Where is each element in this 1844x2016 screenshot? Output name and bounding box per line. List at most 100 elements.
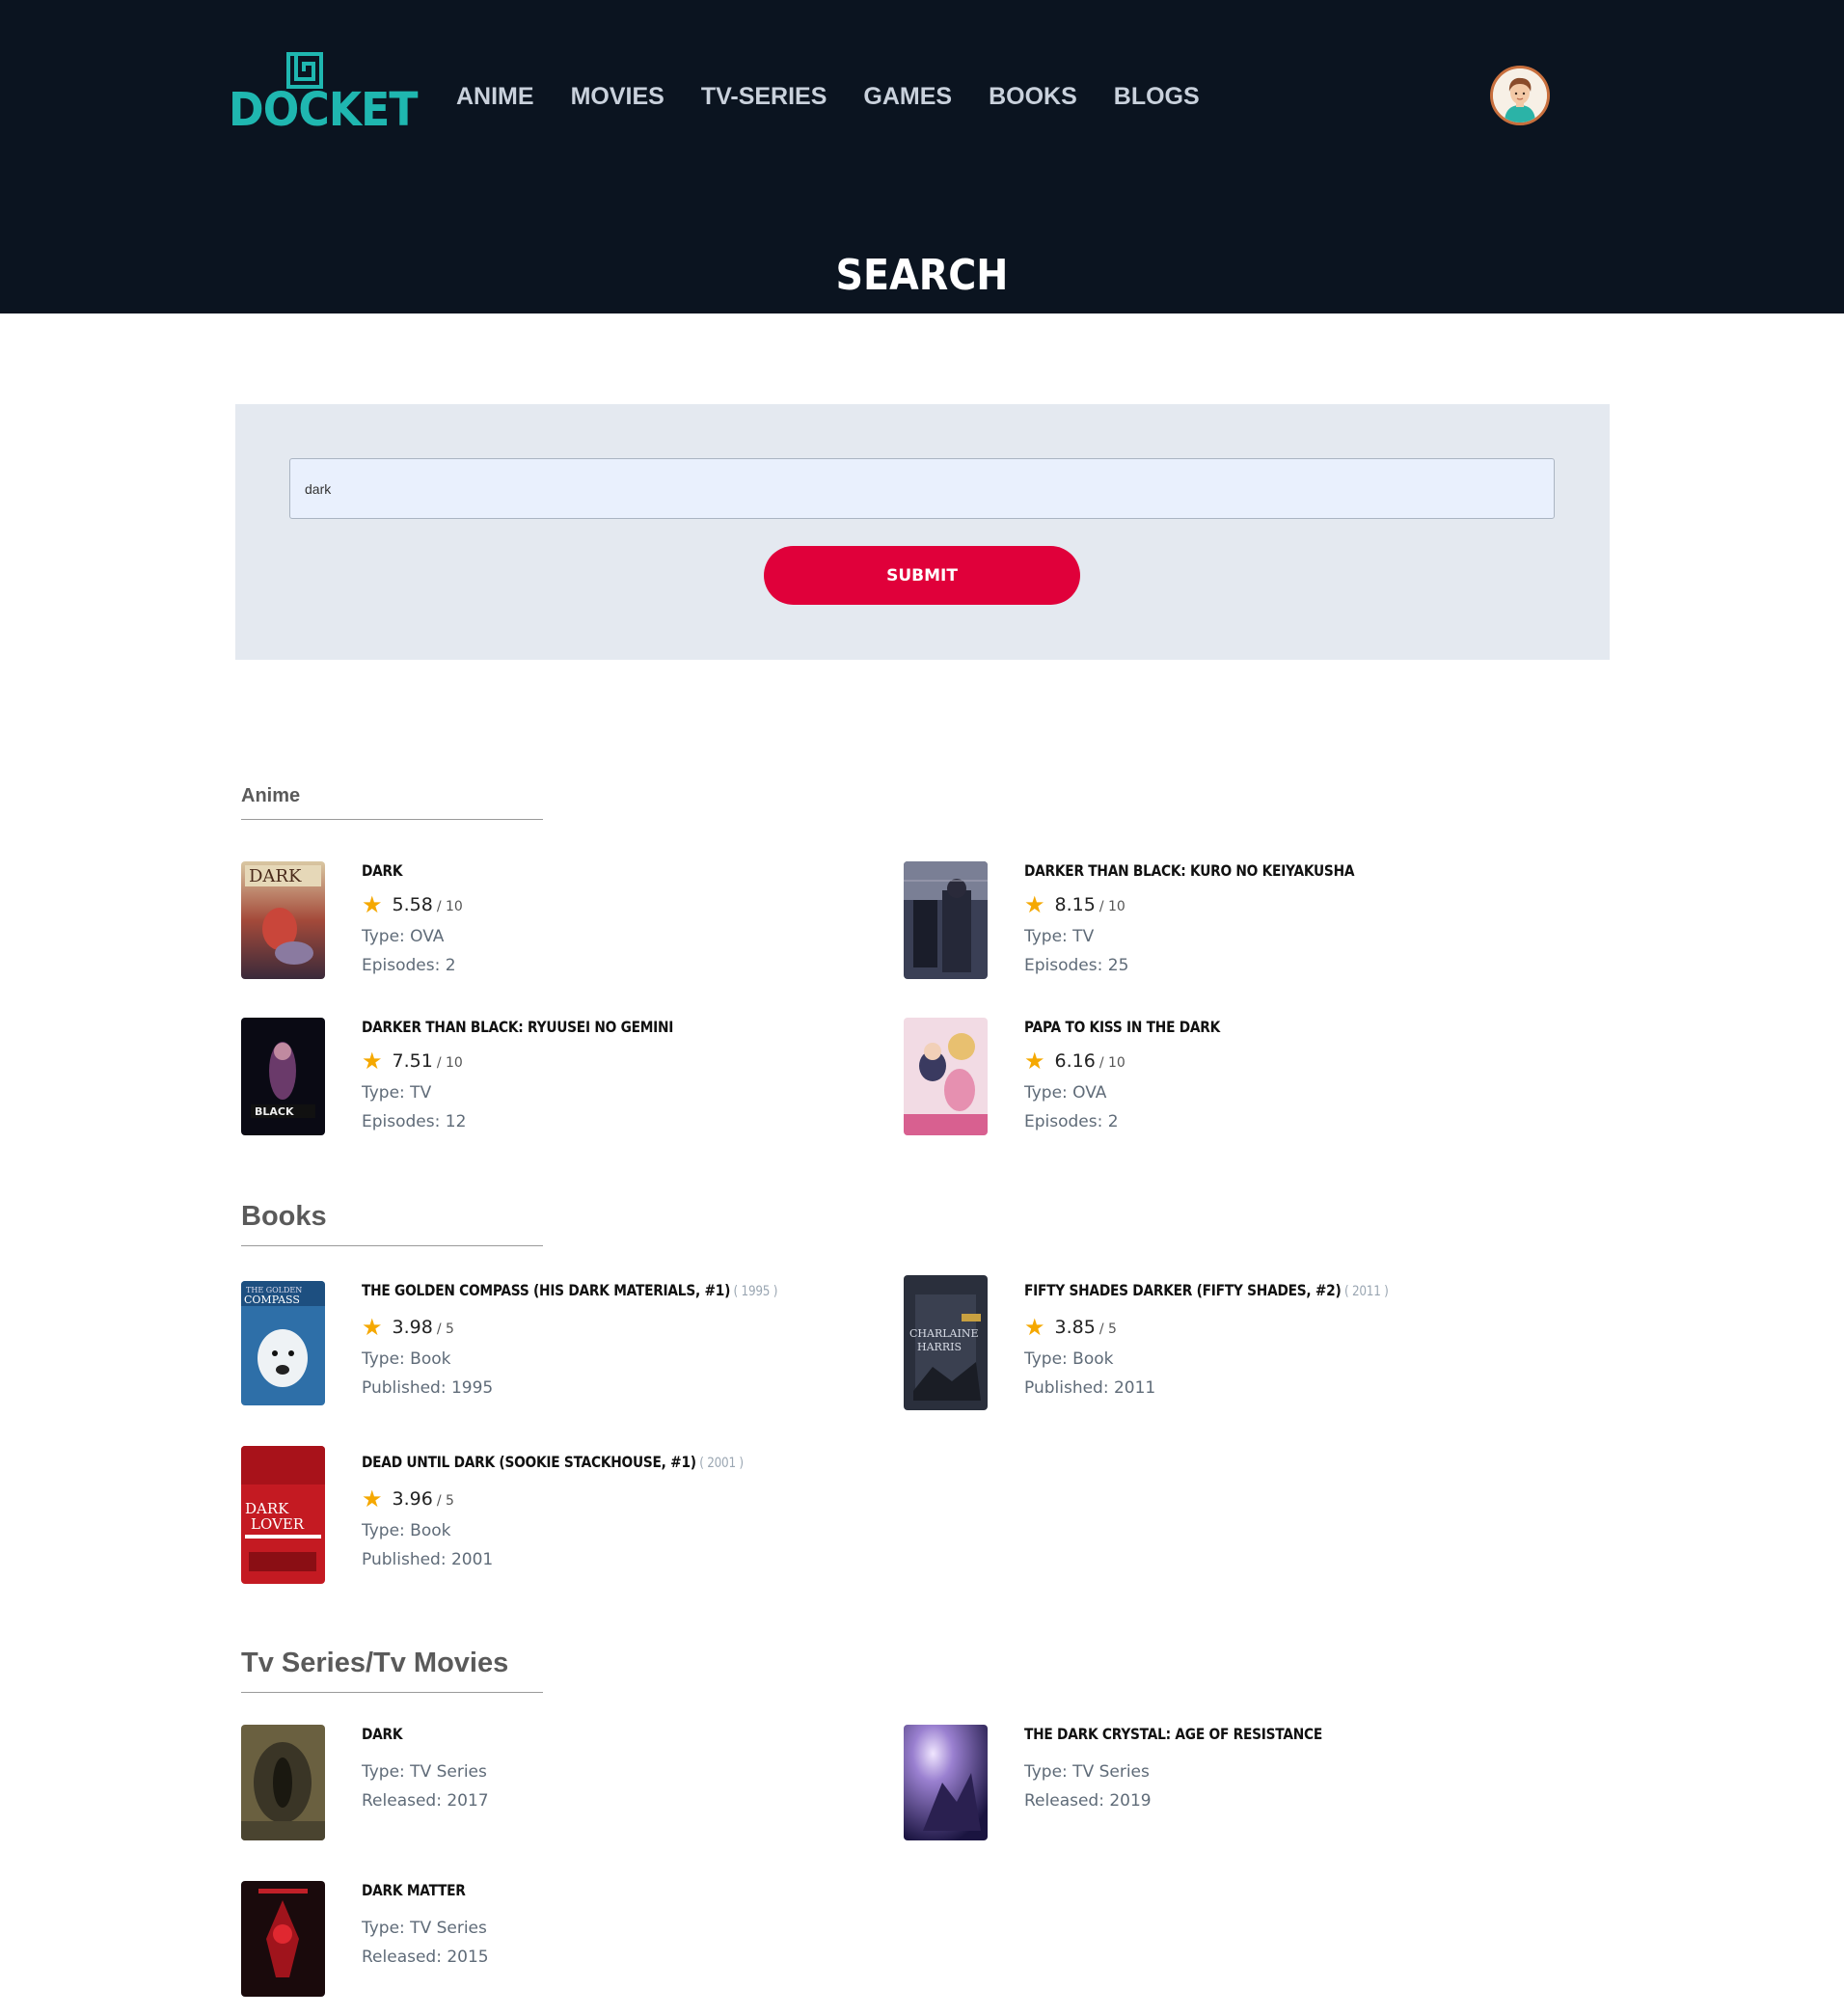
item-title-text: DEAD UNTIL DARK (SOOKIE STACKHOUSE, #1) bbox=[362, 1453, 696, 1471]
rating-scale: / 10 bbox=[436, 1055, 463, 1071]
section-title-anime: Anime bbox=[241, 785, 301, 806]
result-item: THE GOLDEN COMPASS THE GOLDEN COMPASS (HI… bbox=[241, 1281, 839, 1416]
rating-score: 5.58 bbox=[392, 894, 433, 915]
star-icon: ★ bbox=[362, 1049, 383, 1075]
search-panel: SUBMIT bbox=[235, 404, 1610, 660]
item-episodes: Episodes: 2 bbox=[362, 956, 456, 975]
item-episodes: Episodes: 12 bbox=[362, 1112, 467, 1131]
rating: ★ 7.51/ 10 bbox=[362, 1049, 463, 1075]
svg-text:LOVER: LOVER bbox=[251, 1515, 305, 1533]
site-header: DOCKET ANIME MOVIES TV-SERIES GAMES BOOK… bbox=[0, 0, 1844, 313]
brand-name: DOCKET bbox=[229, 83, 419, 137]
rating: ★ 3.98/ 5 bbox=[362, 1315, 454, 1341]
star-icon: ★ bbox=[362, 1486, 383, 1512]
item-title-text: THE GOLDEN COMPASS (HIS DARK MATERIALS, … bbox=[362, 1281, 731, 1299]
item-title[interactable]: DARKER THAN BLACK: KURO NO KEIYAKUSHA bbox=[1024, 861, 1354, 880]
rating-scale: / 5 bbox=[1098, 1321, 1117, 1337]
item-year: ( 2001 ) bbox=[699, 1456, 744, 1471]
svg-text:BLACK: BLACK bbox=[255, 1105, 294, 1118]
svg-text:COMPASS: COMPASS bbox=[244, 1294, 300, 1306]
user-avatar-icon[interactable] bbox=[1490, 66, 1550, 125]
submit-button[interactable]: SUBMIT bbox=[764, 546, 1080, 605]
poster-thumbnail[interactable]: BLACK bbox=[241, 1018, 325, 1135]
poster-thumbnail[interactable] bbox=[904, 1018, 988, 1135]
star-icon: ★ bbox=[362, 1315, 383, 1341]
nav-anime[interactable]: ANIME bbox=[456, 81, 534, 112]
item-title[interactable]: DEAD UNTIL DARK (SOOKIE STACKHOUSE, #1)(… bbox=[362, 1453, 744, 1471]
item-type: Type: TV bbox=[1024, 927, 1095, 946]
rating-scale: / 10 bbox=[1098, 1055, 1125, 1071]
poster-thumbnail[interactable] bbox=[904, 861, 988, 979]
result-item: DARK Type: TV Series Released: 2017 bbox=[241, 1725, 839, 1860]
rating-scale: / 5 bbox=[436, 1493, 454, 1509]
rating-score: 3.98 bbox=[392, 1317, 433, 1338]
item-published: Published: 2001 bbox=[362, 1550, 494, 1569]
item-title-text: FIFTY SHADES DARKER (FIFTY SHADES, #2) bbox=[1024, 1281, 1342, 1299]
item-type: Type: TV bbox=[362, 1083, 432, 1103]
svg-text:CHARLAINE: CHARLAINE bbox=[909, 1327, 978, 1340]
rating: ★ 3.85/ 5 bbox=[1024, 1315, 1117, 1340]
item-title[interactable]: DARK bbox=[362, 1725, 403, 1743]
poster-thumbnail[interactable] bbox=[904, 1725, 988, 1840]
item-type: Type: TV Series bbox=[1024, 1762, 1150, 1782]
avatar-illustration bbox=[1493, 68, 1547, 123]
result-item: CHARLAINE HARRIS FIFTY SHADES DARKER (FIF… bbox=[904, 1275, 1502, 1416]
brand-logo[interactable]: DOCKET bbox=[229, 50, 419, 137]
nav-games[interactable]: GAMES bbox=[863, 81, 952, 112]
section-divider bbox=[241, 1245, 543, 1246]
section-title-tv: Tv Series/Tv Movies bbox=[241, 1648, 509, 1678]
item-episodes: Episodes: 2 bbox=[1024, 1112, 1119, 1131]
search-input[interactable] bbox=[289, 458, 1555, 519]
poster-thumbnail[interactable]: THE GOLDEN COMPASS bbox=[241, 1281, 325, 1405]
poster-thumbnail[interactable] bbox=[241, 1881, 325, 1997]
nav-tv-series[interactable]: TV-SERIES bbox=[701, 81, 827, 112]
item-released: Released: 2017 bbox=[362, 1791, 489, 1811]
result-item: THE DARK CRYSTAL: AGE OF RESISTANCE Type… bbox=[904, 1725, 1502, 1860]
rating-score: 7.51 bbox=[392, 1050, 433, 1072]
item-type: Type: Book bbox=[1024, 1349, 1114, 1369]
nav-books[interactable]: BOOKS bbox=[989, 81, 1077, 112]
rating: ★ 5.58/ 10 bbox=[362, 892, 463, 918]
item-title[interactable]: DARK MATTER bbox=[362, 1881, 466, 1899]
item-title[interactable]: THE DARK CRYSTAL: AGE OF RESISTANCE bbox=[1024, 1725, 1322, 1743]
item-type: Type: Book bbox=[362, 1521, 451, 1540]
section-divider bbox=[241, 1692, 543, 1693]
item-type: Type: TV Series bbox=[362, 1919, 487, 1938]
star-icon: ★ bbox=[1024, 1049, 1045, 1075]
item-title[interactable]: DARK bbox=[362, 861, 403, 880]
result-item: BLACK DARKER THAN BLACK: RYUUSEI NO GEMI… bbox=[241, 1018, 839, 1153]
rating: ★ 8.15/ 10 bbox=[1024, 892, 1125, 918]
result-item: DARK DARK ★ 5.58/ 10 Type: OVA Episodes: … bbox=[241, 861, 839, 996]
result-item: PAPA TO KISS IN THE DARK ★ 6.16/ 10 Type:… bbox=[904, 1018, 1502, 1153]
item-title[interactable]: DARKER THAN BLACK: RYUUSEI NO GEMINI bbox=[362, 1018, 673, 1036]
item-title[interactable]: PAPA TO KISS IN THE DARK bbox=[1024, 1018, 1220, 1036]
item-type: Type: TV Series bbox=[362, 1762, 487, 1782]
page-title: SEARCH bbox=[835, 251, 1009, 300]
item-published: Published: 1995 bbox=[362, 1378, 494, 1398]
rating: ★ 3.96/ 5 bbox=[362, 1486, 454, 1512]
poster-thumbnail[interactable]: DARK LOVER bbox=[241, 1446, 325, 1584]
item-title[interactable]: THE GOLDEN COMPASS (HIS DARK MATERIALS, … bbox=[362, 1281, 777, 1299]
rating-score: 3.96 bbox=[392, 1488, 433, 1510]
nav-movies[interactable]: MOVIES bbox=[571, 81, 664, 112]
poster-thumbnail[interactable]: CHARLAINE HARRIS bbox=[904, 1275, 988, 1410]
item-year: ( 1995 ) bbox=[733, 1284, 778, 1299]
item-released: Released: 2019 bbox=[1024, 1791, 1152, 1811]
result-item: DARKER THAN BLACK: KURO NO KEIYAKUSHA ★ 8… bbox=[904, 861, 1502, 996]
rating: ★ 6.16/ 10 bbox=[1024, 1049, 1125, 1075]
main-nav: ANIME MOVIES TV-SERIES GAMES BOOKS BLOGS bbox=[456, 81, 1236, 112]
section-divider bbox=[241, 819, 543, 820]
poster-thumbnail[interactable]: DARK bbox=[241, 861, 325, 979]
rating-scale: / 5 bbox=[436, 1321, 454, 1337]
star-icon: ★ bbox=[1024, 892, 1045, 918]
item-year: ( 2011 ) bbox=[1343, 1284, 1389, 1299]
item-released: Released: 2015 bbox=[362, 1948, 489, 1967]
star-icon: ★ bbox=[362, 892, 383, 918]
rating-scale: / 10 bbox=[436, 899, 463, 914]
result-item: DARK MATTER Type: TV Series Released: 20… bbox=[241, 1881, 839, 2016]
nav-blogs[interactable]: BLOGS bbox=[1114, 81, 1200, 112]
item-title[interactable]: FIFTY SHADES DARKER (FIFTY SHADES, #2)( … bbox=[1024, 1281, 1389, 1299]
rating-score: 8.15 bbox=[1054, 894, 1096, 915]
poster-thumbnail[interactable] bbox=[241, 1725, 325, 1840]
rating-score: 3.85 bbox=[1054, 1317, 1096, 1338]
